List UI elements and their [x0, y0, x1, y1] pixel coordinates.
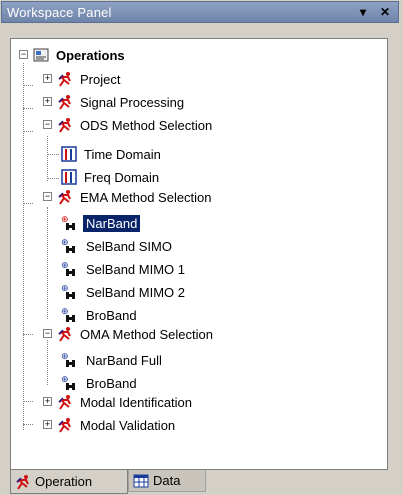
shaker-red-icon: ⊕	[61, 215, 75, 230]
shaker-blue-icon: ⊕	[61, 307, 75, 322]
tree-node-project[interactable]: Project	[57, 68, 123, 90]
collapse-toggle-ods[interactable]: −	[43, 120, 52, 129]
shaker-blue-icon: ⊕	[61, 375, 75, 390]
tab-label: Operation	[35, 474, 93, 489]
tree-node-label: BroBand	[86, 375, 137, 391]
running-figure-icon	[58, 72, 71, 87]
tree-node-label: SelBand MIMO 1	[86, 261, 185, 277]
running-figure-icon	[58, 395, 71, 410]
pin-icon[interactable]: ▾	[354, 3, 372, 21]
domain-chart-icon	[61, 169, 77, 185]
tree-node-narband-full[interactable]: ⊕ NarBand Full	[61, 349, 165, 371]
tree-node-freq-domain[interactable]: Freq Domain	[61, 166, 162, 188]
running-figure-icon	[16, 474, 29, 490]
tree-node-signal-processing[interactable]: Signal Processing	[57, 91, 187, 113]
tree-node-modal-identification[interactable]: Modal Identification	[57, 391, 195, 413]
tab-operation[interactable]: Operation	[10, 470, 128, 494]
tab-label: Data	[153, 473, 181, 488]
collapse-toggle-root[interactable]: −	[19, 50, 28, 59]
tree-node-label: Project	[80, 71, 121, 87]
running-figure-icon	[58, 95, 71, 110]
running-figure-icon	[58, 418, 71, 433]
tree-node-label: BroBand	[86, 307, 137, 323]
collapse-toggle-ema[interactable]: −	[43, 192, 52, 201]
operations-folder-icon	[33, 48, 49, 62]
shaker-blue-icon: ⊕	[61, 238, 75, 253]
tree-node-label: Modal Validation	[80, 417, 176, 433]
tree-node-label: NarBand Full	[86, 352, 162, 368]
tree-node-selband-simo[interactable]: ⊕ SelBand SIMO	[61, 235, 175, 257]
tree-node-ema-method-selection[interactable]: EMA Method Selection	[57, 186, 215, 208]
tree-node-label: NarBand	[83, 214, 141, 232]
tree-node-label: Signal Processing	[80, 94, 185, 110]
tree-node-selband-mimo-1[interactable]: ⊕ SelBand MIMO 1	[61, 258, 188, 280]
tree-node-label: Freq Domain	[84, 169, 160, 185]
tree-node-label: SelBand MIMO 2	[86, 284, 185, 300]
window-title: Workspace Panel	[7, 5, 112, 20]
tab-data[interactable]: Data	[128, 470, 206, 492]
shaker-blue-icon: ⊕	[61, 352, 75, 367]
domain-chart-icon	[61, 146, 77, 162]
tree-node-label: ODS Method Selection	[80, 117, 213, 133]
close-icon[interactable]: ✕	[376, 3, 394, 21]
expand-toggle-modal-validation[interactable]: +	[43, 420, 52, 429]
running-figure-icon	[58, 327, 71, 342]
tree-node-label: Operations	[56, 47, 125, 63]
tree-node-modal-validation[interactable]: Modal Validation	[57, 414, 178, 436]
tree-node-label: EMA Method Selection	[80, 189, 212, 205]
tree-node-oma-method-selection[interactable]: OMA Method Selection	[57, 323, 216, 345]
tree-node-selband-mimo-2[interactable]: ⊕ SelBand MIMO 2	[61, 281, 188, 303]
operations-tree[interactable]: − Operations + Project + Signal Processi…	[10, 38, 388, 470]
table-icon	[133, 474, 149, 487]
tree-node-narband[interactable]: ⊕ NarBand	[61, 212, 141, 234]
collapse-toggle-oma[interactable]: −	[43, 329, 52, 338]
shaker-blue-icon: ⊕	[61, 284, 75, 299]
expand-toggle-modal-identification[interactable]: +	[43, 397, 52, 406]
tree-node-label: OMA Method Selection	[80, 326, 213, 342]
expand-toggle-project[interactable]: +	[43, 74, 52, 83]
title-bar: Workspace Panel ▾ ✕	[1, 1, 399, 23]
tree-node-label: Modal Identification	[80, 394, 193, 410]
workspace-panel: Workspace Panel ▾ ✕ − Operations + Proje…	[0, 0, 403, 495]
expand-toggle-signal-processing[interactable]: +	[43, 97, 52, 106]
running-figure-icon	[58, 190, 71, 205]
running-figure-icon	[58, 118, 71, 133]
tree-node-ods-method-selection[interactable]: ODS Method Selection	[57, 114, 215, 136]
shaker-blue-icon: ⊕	[61, 261, 75, 276]
panel-tabs: Operation Data	[10, 470, 388, 495]
tree-node-time-domain[interactable]: Time Domain	[61, 143, 164, 165]
tree-node-label: Time Domain	[84, 146, 161, 162]
tree-node-operations[interactable]: Operations	[33, 44, 128, 66]
tree-node-label: SelBand SIMO	[86, 238, 172, 254]
